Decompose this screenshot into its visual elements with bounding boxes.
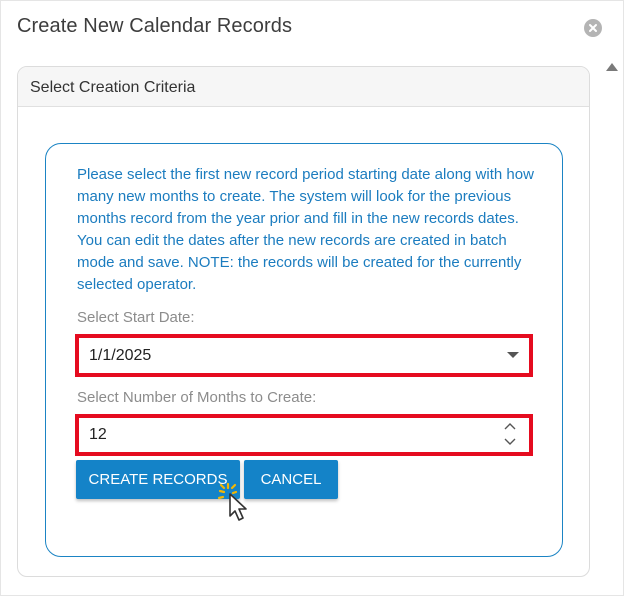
stepper-controls <box>503 420 517 450</box>
creation-criteria-panel: Select Creation Criteria Please select t… <box>17 66 590 577</box>
panel-header: Select Creation Criteria <box>18 67 589 107</box>
instructions-text: Please select the first new record perio… <box>77 166 534 293</box>
close-icon[interactable] <box>584 19 602 37</box>
chevron-down-icon[interactable] <box>503 434 517 448</box>
months-value: 12 <box>89 426 107 443</box>
start-date-dropdown[interactable]: 1/1/2025 <box>75 334 533 377</box>
months-stepper[interactable]: 12 <box>75 414 533 456</box>
dialog-title: Create New Calendar Records <box>17 15 293 37</box>
start-date-label: Select Start Date: <box>77 309 195 326</box>
chevron-up-icon[interactable] <box>503 420 517 434</box>
months-label: Select Number of Months to Create: <box>77 389 317 406</box>
create-records-button[interactable]: CREATE RECORDS <box>76 460 240 499</box>
create-calendar-records-dialog: Create New Calendar Records Select Creat… <box>0 0 624 596</box>
scroll-up-arrow-icon[interactable] <box>606 63 618 71</box>
start-date-value: 1/1/2025 <box>89 347 152 364</box>
criteria-box: Please select the first new record perio… <box>45 143 563 557</box>
cancel-button[interactable]: CANCEL <box>244 460 338 499</box>
chevron-down-icon[interactable] <box>507 352 519 358</box>
